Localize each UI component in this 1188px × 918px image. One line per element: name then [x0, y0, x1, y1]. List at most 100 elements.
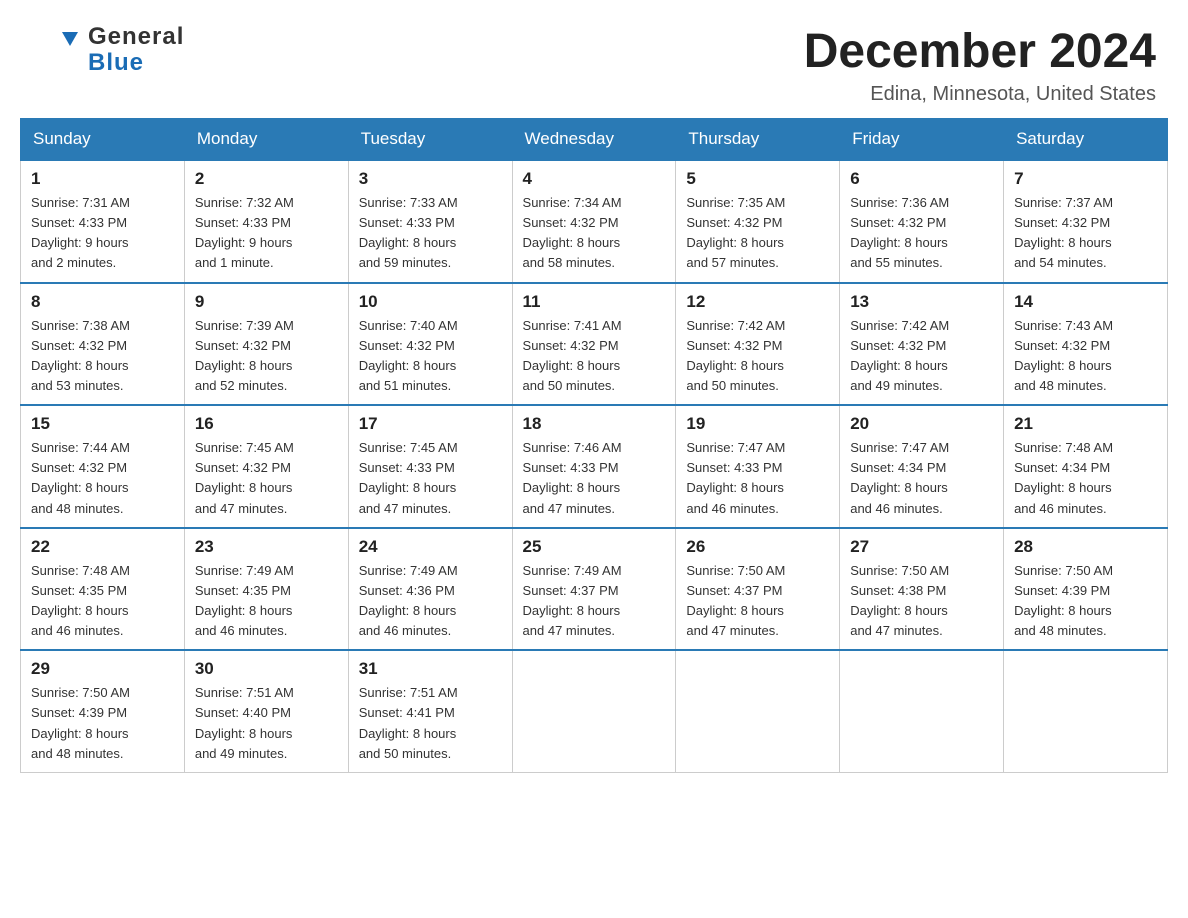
day-number: 28	[1014, 537, 1157, 557]
calendar-cell: 16 Sunrise: 7:45 AMSunset: 4:32 PMDaylig…	[184, 405, 348, 528]
logo: General Blue	[32, 24, 184, 77]
day-number: 24	[359, 537, 502, 557]
day-number: 7	[1014, 169, 1157, 189]
calendar-cell: 13 Sunrise: 7:42 AMSunset: 4:32 PMDaylig…	[840, 283, 1004, 406]
logo-icon	[32, 24, 84, 76]
calendar-cell: 31 Sunrise: 7:51 AMSunset: 4:41 PMDaylig…	[348, 650, 512, 772]
day-number: 21	[1014, 414, 1157, 434]
page-header: General Blue December 2024 Edina, Minnes…	[0, 0, 1188, 118]
day-info: Sunrise: 7:37 AMSunset: 4:32 PMDaylight:…	[1014, 193, 1157, 274]
day-info: Sunrise: 7:50 AMSunset: 4:37 PMDaylight:…	[686, 561, 829, 642]
day-number: 22	[31, 537, 174, 557]
week-row-2: 8 Sunrise: 7:38 AMSunset: 4:32 PMDayligh…	[21, 283, 1168, 406]
day-info: Sunrise: 7:51 AMSunset: 4:40 PMDaylight:…	[195, 683, 338, 764]
calendar-cell: 25 Sunrise: 7:49 AMSunset: 4:37 PMDaylig…	[512, 528, 676, 651]
day-number: 10	[359, 292, 502, 312]
calendar-cell: 21 Sunrise: 7:48 AMSunset: 4:34 PMDaylig…	[1004, 405, 1168, 528]
day-info: Sunrise: 7:46 AMSunset: 4:33 PMDaylight:…	[523, 438, 666, 519]
day-info: Sunrise: 7:45 AMSunset: 4:33 PMDaylight:…	[359, 438, 502, 519]
day-number: 26	[686, 537, 829, 557]
day-info: Sunrise: 7:45 AMSunset: 4:32 PMDaylight:…	[195, 438, 338, 519]
day-number: 18	[523, 414, 666, 434]
day-info: Sunrise: 7:38 AMSunset: 4:32 PMDaylight:…	[31, 316, 174, 397]
week-row-3: 15 Sunrise: 7:44 AMSunset: 4:32 PMDaylig…	[21, 405, 1168, 528]
calendar-cell: 8 Sunrise: 7:38 AMSunset: 4:32 PMDayligh…	[21, 283, 185, 406]
calendar-cell: 9 Sunrise: 7:39 AMSunset: 4:32 PMDayligh…	[184, 283, 348, 406]
day-number: 16	[195, 414, 338, 434]
calendar-cell: 3 Sunrise: 7:33 AMSunset: 4:33 PMDayligh…	[348, 160, 512, 283]
calendar-cell: 12 Sunrise: 7:42 AMSunset: 4:32 PMDaylig…	[676, 283, 840, 406]
day-info: Sunrise: 7:49 AMSunset: 4:37 PMDaylight:…	[523, 561, 666, 642]
day-info: Sunrise: 7:47 AMSunset: 4:34 PMDaylight:…	[850, 438, 993, 519]
calendar-cell: 19 Sunrise: 7:47 AMSunset: 4:33 PMDaylig…	[676, 405, 840, 528]
calendar-cell	[676, 650, 840, 772]
calendar-cell: 27 Sunrise: 7:50 AMSunset: 4:38 PMDaylig…	[840, 528, 1004, 651]
day-info: Sunrise: 7:40 AMSunset: 4:32 PMDaylight:…	[359, 316, 502, 397]
calendar-cell: 10 Sunrise: 7:40 AMSunset: 4:32 PMDaylig…	[348, 283, 512, 406]
day-info: Sunrise: 7:41 AMSunset: 4:32 PMDaylight:…	[523, 316, 666, 397]
calendar-cell: 2 Sunrise: 7:32 AMSunset: 4:33 PMDayligh…	[184, 160, 348, 283]
logo-blue: Blue	[88, 50, 184, 76]
calendar-cell: 15 Sunrise: 7:44 AMSunset: 4:32 PMDaylig…	[21, 405, 185, 528]
calendar-cell	[840, 650, 1004, 772]
day-info: Sunrise: 7:33 AMSunset: 4:33 PMDaylight:…	[359, 193, 502, 274]
day-info: Sunrise: 7:42 AMSunset: 4:32 PMDaylight:…	[850, 316, 993, 397]
week-row-5: 29 Sunrise: 7:50 AMSunset: 4:39 PMDaylig…	[21, 650, 1168, 772]
day-number: 1	[31, 169, 174, 189]
calendar-cell: 26 Sunrise: 7:50 AMSunset: 4:37 PMDaylig…	[676, 528, 840, 651]
header-friday: Friday	[840, 119, 1004, 161]
day-number: 23	[195, 537, 338, 557]
day-info: Sunrise: 7:48 AMSunset: 4:34 PMDaylight:…	[1014, 438, 1157, 519]
header-monday: Monday	[184, 119, 348, 161]
day-number: 12	[686, 292, 829, 312]
calendar-cell: 6 Sunrise: 7:36 AMSunset: 4:32 PMDayligh…	[840, 160, 1004, 283]
calendar-table: SundayMondayTuesdayWednesdayThursdayFrid…	[20, 118, 1168, 773]
day-number: 27	[850, 537, 993, 557]
week-row-4: 22 Sunrise: 7:48 AMSunset: 4:35 PMDaylig…	[21, 528, 1168, 651]
day-number: 25	[523, 537, 666, 557]
day-info: Sunrise: 7:36 AMSunset: 4:32 PMDaylight:…	[850, 193, 993, 274]
calendar-cell: 18 Sunrise: 7:46 AMSunset: 4:33 PMDaylig…	[512, 405, 676, 528]
calendar-cell: 11 Sunrise: 7:41 AMSunset: 4:32 PMDaylig…	[512, 283, 676, 406]
day-info: Sunrise: 7:50 AMSunset: 4:39 PMDaylight:…	[31, 683, 174, 764]
day-number: 13	[850, 292, 993, 312]
header-tuesday: Tuesday	[348, 119, 512, 161]
day-info: Sunrise: 7:50 AMSunset: 4:39 PMDaylight:…	[1014, 561, 1157, 642]
calendar-cell: 30 Sunrise: 7:51 AMSunset: 4:40 PMDaylig…	[184, 650, 348, 772]
calendar-cell: 5 Sunrise: 7:35 AMSunset: 4:32 PMDayligh…	[676, 160, 840, 283]
day-info: Sunrise: 7:44 AMSunset: 4:32 PMDaylight:…	[31, 438, 174, 519]
calendar-header-row: SundayMondayTuesdayWednesdayThursdayFrid…	[21, 119, 1168, 161]
calendar-cell: 4 Sunrise: 7:34 AMSunset: 4:32 PMDayligh…	[512, 160, 676, 283]
day-number: 19	[686, 414, 829, 434]
month-title: December 2024	[804, 24, 1156, 79]
day-info: Sunrise: 7:50 AMSunset: 4:38 PMDaylight:…	[850, 561, 993, 642]
day-number: 20	[850, 414, 993, 434]
day-number: 29	[31, 659, 174, 679]
day-number: 6	[850, 169, 993, 189]
day-info: Sunrise: 7:39 AMSunset: 4:32 PMDaylight:…	[195, 316, 338, 397]
day-number: 17	[359, 414, 502, 434]
calendar-cell: 28 Sunrise: 7:50 AMSunset: 4:39 PMDaylig…	[1004, 528, 1168, 651]
calendar-cell	[1004, 650, 1168, 772]
day-number: 14	[1014, 292, 1157, 312]
day-number: 30	[195, 659, 338, 679]
header-sunday: Sunday	[21, 119, 185, 161]
day-number: 31	[359, 659, 502, 679]
day-info: Sunrise: 7:48 AMSunset: 4:35 PMDaylight:…	[31, 561, 174, 642]
day-number: 8	[31, 292, 174, 312]
calendar-cell: 7 Sunrise: 7:37 AMSunset: 4:32 PMDayligh…	[1004, 160, 1168, 283]
day-info: Sunrise: 7:49 AMSunset: 4:35 PMDaylight:…	[195, 561, 338, 642]
header-saturday: Saturday	[1004, 119, 1168, 161]
header-wednesday: Wednesday	[512, 119, 676, 161]
day-number: 4	[523, 169, 666, 189]
calendar-cell: 29 Sunrise: 7:50 AMSunset: 4:39 PMDaylig…	[21, 650, 185, 772]
calendar-cell: 17 Sunrise: 7:45 AMSunset: 4:33 PMDaylig…	[348, 405, 512, 528]
day-info: Sunrise: 7:31 AMSunset: 4:33 PMDaylight:…	[31, 193, 174, 274]
day-info: Sunrise: 7:43 AMSunset: 4:32 PMDaylight:…	[1014, 316, 1157, 397]
day-info: Sunrise: 7:35 AMSunset: 4:32 PMDaylight:…	[686, 193, 829, 274]
logo-text: General Blue	[88, 24, 184, 77]
calendar-cell: 20 Sunrise: 7:47 AMSunset: 4:34 PMDaylig…	[840, 405, 1004, 528]
day-info: Sunrise: 7:42 AMSunset: 4:32 PMDaylight:…	[686, 316, 829, 397]
calendar-cell: 22 Sunrise: 7:48 AMSunset: 4:35 PMDaylig…	[21, 528, 185, 651]
calendar-cell	[512, 650, 676, 772]
